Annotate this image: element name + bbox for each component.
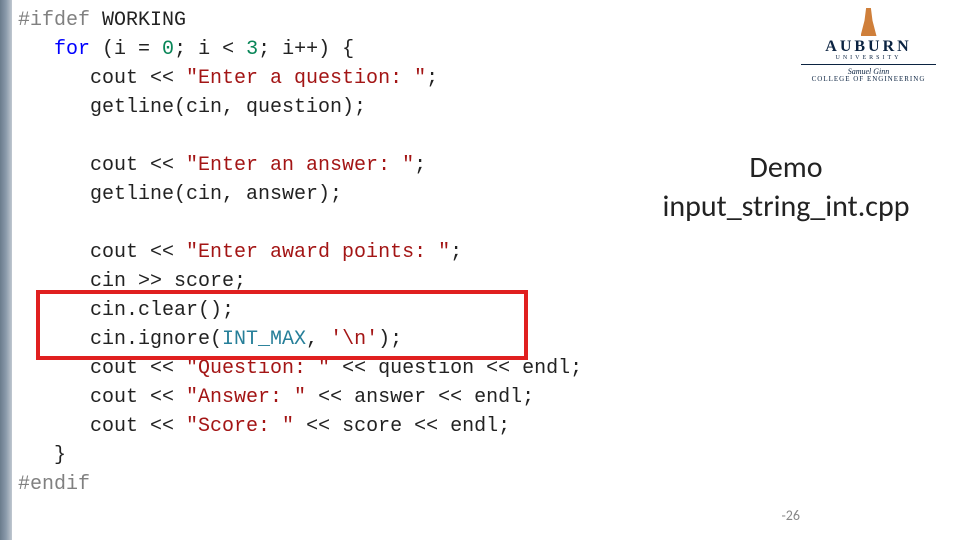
cout-question-post: << question << endl; — [330, 357, 582, 380]
cin-clear: cin.clear(); — [18, 299, 234, 322]
str-answer: "Answer: " — [186, 386, 306, 409]
keyword-for: for — [54, 38, 90, 61]
str-enter-answer: "Enter an answer: " — [186, 154, 414, 177]
demo-title: Demo — [636, 148, 936, 187]
indent — [18, 38, 54, 61]
semi: ; — [414, 154, 426, 177]
getline-question: getline(cin, question); — [18, 96, 366, 119]
int-max: INT_MAX — [222, 328, 306, 351]
str-enter-question: "Enter a question: " — [186, 67, 426, 90]
semi: ; — [426, 67, 438, 90]
cout-question-pre: cout << — [18, 357, 186, 380]
cout-score-pre: cout << — [18, 415, 186, 438]
auburn-logo: AUBURN UNIVERSITY Samuel Ginn COLLEGE OF… — [801, 8, 936, 83]
cout-answer-pre: cout << — [18, 386, 186, 409]
macro-name: WORKING — [90, 9, 186, 32]
left-stripe — [0, 0, 12, 540]
blank-line-1 — [18, 125, 30, 148]
cin-ignore-close: ); — [378, 328, 402, 351]
str-question: "Question: " — [186, 357, 330, 380]
str-enter-points: "Enter award points: " — [186, 241, 450, 264]
directive-ifdef: #ifdef — [18, 9, 90, 32]
directive-endif: #endif — [18, 473, 90, 496]
comma: , — [306, 328, 330, 351]
logo-university: UNIVERSITY — [801, 55, 936, 65]
for-close: ; i++) { — [258, 38, 354, 61]
cout-q: cout << — [18, 67, 186, 90]
semi: ; — [450, 241, 462, 264]
page-number: -26 — [782, 507, 800, 524]
blank-line-2 — [18, 212, 30, 235]
cin-ignore-open: cin.ignore( — [18, 328, 222, 351]
cout-a: cout << — [18, 154, 186, 177]
brace-close: } — [18, 444, 66, 467]
cout-score-post: << score << endl; — [294, 415, 510, 438]
logo-name: AUBURN — [801, 38, 936, 56]
num-zero: 0 — [162, 38, 174, 61]
str-score: "Score: " — [186, 415, 294, 438]
num-three: 3 — [246, 38, 258, 61]
demo-filename: input_string_int.cpp — [636, 187, 936, 226]
char-newline: '\n' — [330, 328, 378, 351]
demo-label: Demo input_string_int.cpp — [636, 148, 936, 226]
for-open: (i = — [90, 38, 162, 61]
logo-sub2: COLLEGE OF ENGINEERING — [801, 75, 936, 83]
cin-score: cin >> score; — [18, 270, 246, 293]
for-cond: ; i < — [174, 38, 246, 61]
cout-answer-post: << answer << endl; — [306, 386, 534, 409]
tower-icon — [861, 8, 877, 36]
cout-p: cout << — [18, 241, 186, 264]
getline-answer: getline(cin, answer); — [18, 183, 342, 206]
code-block: #ifdef WORKING for (i = 0; i < 3; i++) {… — [18, 6, 718, 526]
